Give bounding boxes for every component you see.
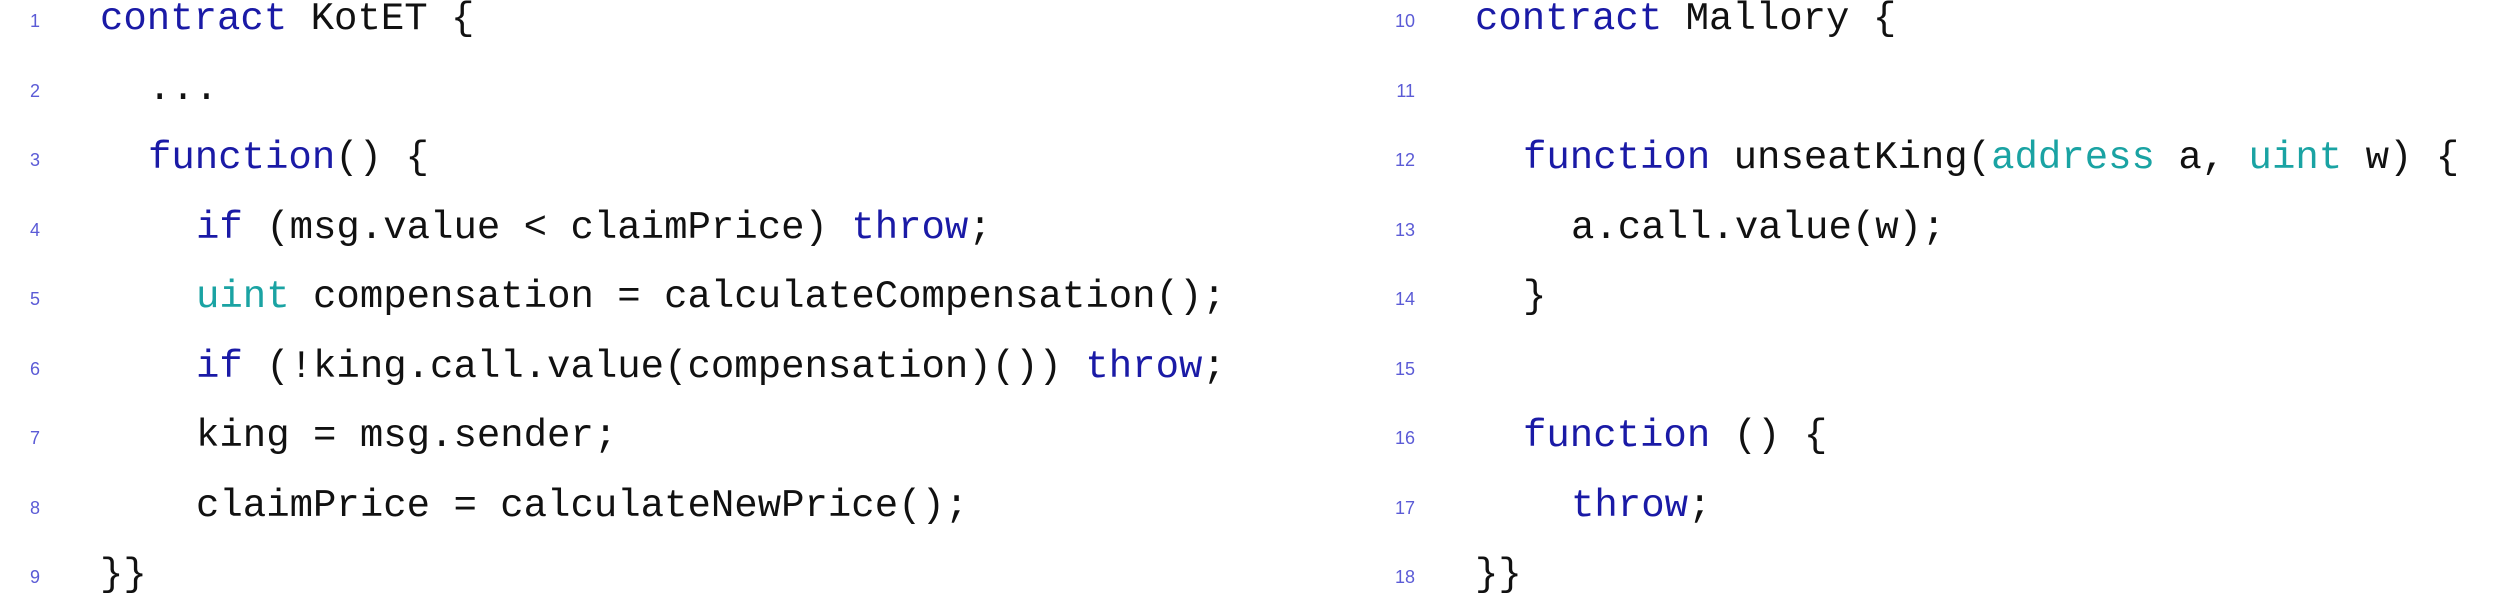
code-token: Mallory { <box>1662 0 1897 41</box>
line-number: 18 <box>1394 567 1415 587</box>
line-number: 10 <box>1394 11 1415 31</box>
code-text: a.call.value(w); <box>1571 200 1945 256</box>
code-line: 17 throw; <box>1375 478 2500 534</box>
keyword-token: function <box>148 136 336 180</box>
code-token: (!king.call.value(compensation)()) <box>242 344 1086 389</box>
code-token: w) { <box>2342 136 2460 180</box>
line-number: 7 <box>29 428 40 448</box>
code-text: }} <box>100 547 147 603</box>
code-token: }} <box>1475 553 1522 597</box>
code-text: contract KotET { <box>100 0 474 47</box>
code-line: 8 claimPrice = calculateNewPrice(); <box>0 478 1330 534</box>
line-number: 4 <box>29 219 40 240</box>
code-line: 6 if (!king.call.value(compensation)()) t… <box>0 339 1330 395</box>
line-number: 11 <box>1396 80 1415 101</box>
code-text: throw; <box>1571 478 1711 534</box>
keyword-token: if <box>196 344 243 389</box>
code-token: ; <box>1202 344 1226 389</box>
line-number: 16 <box>1394 428 1415 448</box>
code-text: ... <box>148 61 218 117</box>
line-number: 5 <box>29 289 40 309</box>
code-line: 5 uint compensation = calculateCompensati… <box>0 269 1330 325</box>
code-line: 16 function () { <box>1375 408 2500 464</box>
code-listing-kotet: 1 contract KotET { 2... 3 function() { 4 if (m… <box>0 0 1330 597</box>
code-token: ; <box>968 205 992 250</box>
line-number: 17 <box>1394 497 1415 518</box>
code-token: claimPrice = calculateNewPrice(); <box>196 483 969 528</box>
type-token: address <box>1991 136 2155 180</box>
line-number: 3 <box>29 150 40 170</box>
type-token: uint <box>2248 136 2343 180</box>
keyword-token: function <box>1523 136 1711 180</box>
code-line: 2... <box>0 61 1330 117</box>
code-token: a, <box>2154 136 2249 180</box>
code-line: 9}} <box>0 547 1330 603</box>
code-token: ... <box>148 66 219 111</box>
code-text: if (!king.call.value(compensation)()) th… <box>196 339 1226 395</box>
code-token: a.call.value(w); <box>1571 205 1946 250</box>
code-listing-mallory: 10 contract Mallory { 11 12 function unseatK… <box>1375 0 2500 597</box>
code-line: 18}} <box>1375 547 2500 603</box>
line-number: 8 <box>29 497 40 518</box>
code-text: uint compensation = calculateCompensatio… <box>196 269 1226 325</box>
line-number: 12 <box>1394 150 1415 170</box>
code-token: (msg.value < claimPrice) <box>242 205 852 250</box>
line-number: 6 <box>29 358 40 379</box>
code-token: unseatKing( <box>1710 136 1992 180</box>
code-line: 11 <box>1375 61 2500 117</box>
type-token: uint <box>196 275 290 319</box>
code-text: contract Mallory { <box>1475 0 1896 47</box>
code-text: king = msg.sender; <box>196 408 617 464</box>
line-number: 1 <box>29 11 40 31</box>
code-line: 10 contract Mallory { <box>1375 0 2500 47</box>
code-line: 14} <box>1375 269 2500 325</box>
keyword-token: throw <box>1085 344 1203 389</box>
code-token: compensation = calculateCompensation(); <box>289 275 1226 319</box>
code-token: () { <box>335 136 429 180</box>
code-line: 12 function unseatKing(address a, uint w)… <box>1375 130 2500 186</box>
line-number: 13 <box>1394 219 1415 240</box>
code-token: () { <box>1710 414 1828 458</box>
keyword-token: throw <box>851 205 969 250</box>
code-line: 13 a.call.value(w); <box>1375 200 2500 256</box>
keyword-token: if <box>196 205 243 250</box>
code-text: function() { <box>148 130 429 186</box>
code-line: 7 king = msg.sender; <box>0 408 1330 464</box>
code-token: ; <box>1688 483 1712 528</box>
code-text: }} <box>1475 547 1522 603</box>
line-number: 14 <box>1394 289 1415 309</box>
code-token: king = msg.sender; <box>196 414 618 458</box>
line-number: 2 <box>29 80 40 101</box>
code-text: } <box>1523 269 1546 325</box>
code-text: claimPrice = calculateNewPrice(); <box>196 478 968 534</box>
code-text: function unseatKing(address a, uint w) { <box>1523 130 2459 186</box>
code-token: } <box>1523 275 1547 319</box>
code-token: }} <box>100 553 147 597</box>
keyword-token: throw <box>1571 483 1689 528</box>
keyword-token: contract <box>1475 0 1663 41</box>
code-token: KotET { <box>287 0 475 41</box>
line-number: 15 <box>1394 358 1415 379</box>
code-line: 15 <box>1375 339 2500 395</box>
keyword-token: function <box>1523 414 1711 458</box>
code-text: function () { <box>1523 408 1827 464</box>
code-line: 3 function() { <box>0 130 1330 186</box>
code-text: if (msg.value < claimPrice) throw; <box>196 200 992 256</box>
line-number: 9 <box>29 567 40 587</box>
code-line: 1 contract KotET { <box>0 0 1330 47</box>
code-line: 4 if (msg.value < claimPrice) throw; <box>0 200 1330 256</box>
keyword-token: contract <box>100 0 288 41</box>
